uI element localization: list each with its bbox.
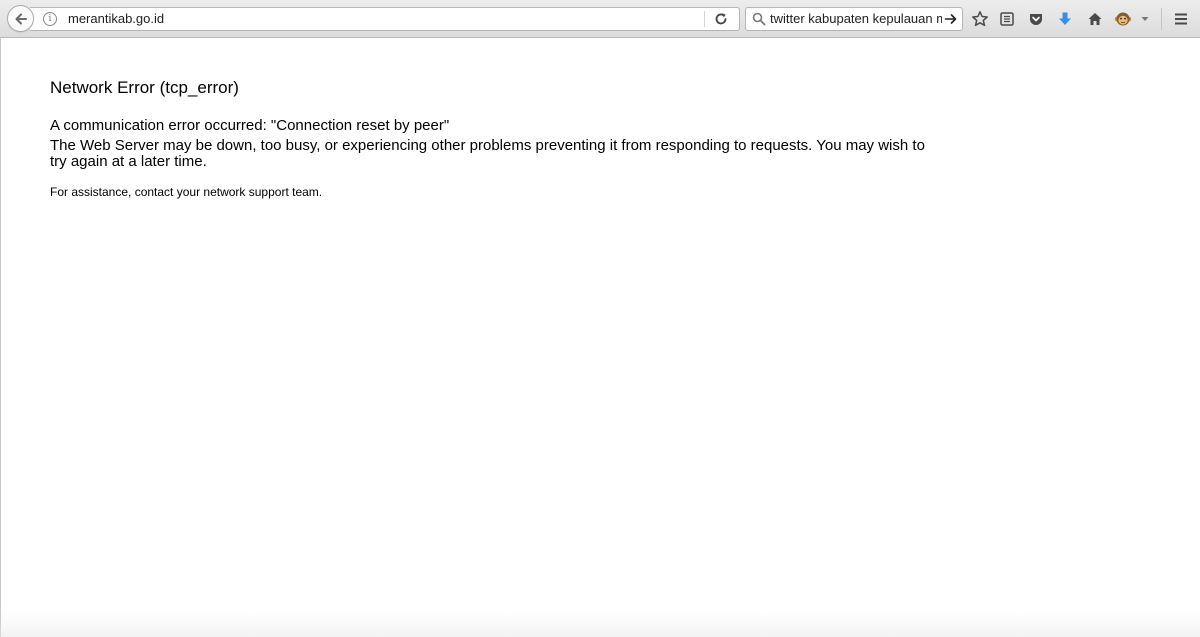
url-text[interactable]: merantikab.go.id: [68, 11, 164, 26]
reload-button[interactable]: [710, 10, 732, 28]
search-icon: [752, 12, 766, 26]
star-icon: [972, 11, 988, 27]
downloads-button[interactable]: [1056, 10, 1074, 28]
home-button[interactable]: [1086, 10, 1104, 28]
error-page: Network Error (tcp_error) A communicatio…: [50, 78, 930, 199]
menu-button[interactable]: [1172, 10, 1190, 28]
pocket-icon: [1030, 14, 1042, 25]
back-arrow-icon: [15, 13, 27, 24]
site-info-icon[interactable]: i: [43, 12, 57, 26]
reload-icon: [715, 13, 727, 25]
bottom-shadow: [0, 612, 1200, 637]
download-arrow-icon: [1059, 12, 1071, 25]
browser-toolbar: i merantikab.go.id twitter kabupaten kep…: [0, 0, 1200, 38]
back-button[interactable]: [7, 5, 34, 32]
chevron-down-icon: [1141, 17, 1149, 21]
hamburger-menu-icon: [1175, 13, 1187, 25]
pocket-button[interactable]: [1027, 10, 1045, 28]
url-bar[interactable]: i merantikab.go.id: [30, 7, 740, 31]
addon-dropdown[interactable]: [1139, 10, 1151, 28]
addon-button[interactable]: [1114, 10, 1132, 28]
window-left-edge: [0, 38, 1, 637]
bookmark-button[interactable]: [971, 10, 989, 28]
error-title: Network Error (tcp_error): [50, 78, 239, 97]
arrow-right-icon[interactable]: [944, 12, 958, 26]
error-description: The Web Server may be down, too busy, or…: [50, 137, 925, 170]
search-input[interactable]: twitter kabupaten kepulauan me: [770, 11, 942, 26]
home-icon: [1088, 13, 1102, 25]
toolbar-divider: [1161, 8, 1162, 30]
monkey-face-icon: [1114, 12, 1132, 26]
search-bar[interactable]: twitter kabupaten kepulauan me: [745, 7, 963, 31]
error-help-text: For assistance, contact your network sup…: [50, 185, 323, 199]
reading-list-button[interactable]: [998, 10, 1016, 28]
error-message: A communication error occurred: "Connect…: [50, 117, 450, 134]
url-bar-divider: [704, 11, 705, 27]
reading-list-icon: [1000, 12, 1014, 26]
